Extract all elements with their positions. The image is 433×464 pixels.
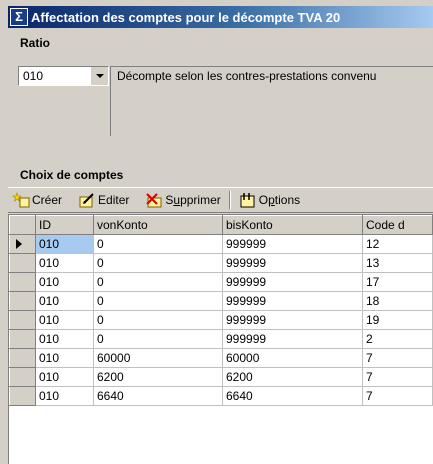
- cell-vonkonto[interactable]: 6640: [93, 386, 223, 406]
- table-row[interactable]: 010 6640 6640 7: [9, 386, 433, 406]
- row-indicator[interactable]: [9, 367, 36, 387]
- cell-id[interactable]: 010: [35, 253, 94, 273]
- row-indicator[interactable]: [9, 272, 36, 292]
- ratio-label: Ratio: [20, 36, 50, 50]
- new-star-icon: [12, 192, 30, 208]
- cell-id[interactable]: 010: [35, 272, 94, 292]
- table-row[interactable]: 010 0 999999 17: [9, 272, 433, 292]
- cell-biskonto[interactable]: 999999: [222, 253, 363, 273]
- row-indicator[interactable]: [9, 386, 36, 406]
- cell-id[interactable]: 010: [35, 367, 94, 387]
- cell-code[interactable]: 7: [362, 348, 433, 368]
- cell-vonkonto[interactable]: 0: [93, 291, 223, 311]
- cell-code[interactable]: 17: [362, 272, 433, 292]
- column-header-biskonto[interactable]: bisKonto: [222, 215, 363, 235]
- cell-vonkonto[interactable]: 0: [93, 253, 223, 273]
- cell-biskonto[interactable]: 60000: [222, 348, 363, 368]
- table-row[interactable]: 010 0 999999 18: [9, 291, 433, 311]
- cell-biskonto[interactable]: 999999: [222, 310, 363, 330]
- table-row[interactable]: 010 60000 60000 7: [9, 348, 433, 368]
- window: Σ Affectation des comptes pour le décomp…: [0, 0, 433, 464]
- create-button[interactable]: Créer: [8, 189, 66, 211]
- cell-id[interactable]: 010: [35, 310, 94, 330]
- delete-icon: [145, 192, 163, 208]
- cell-vonkonto[interactable]: 6200: [93, 367, 223, 387]
- cell-biskonto[interactable]: 999999: [222, 234, 363, 254]
- cell-id[interactable]: 010: [35, 386, 94, 406]
- table-row[interactable]: 010 6200 6200 7: [9, 367, 433, 387]
- cell-code[interactable]: 7: [362, 386, 433, 406]
- cell-vonkonto[interactable]: 0: [93, 310, 223, 330]
- ratio-description: Décompte selon les contres-prestations c…: [117, 69, 377, 83]
- ratio-select[interactable]: 010: [18, 66, 109, 86]
- toolbar: Créer Editer Supprimer Options: [8, 187, 433, 213]
- table-row[interactable]: 010 0 999999 2: [9, 329, 433, 349]
- chevron-down-icon: [96, 74, 104, 78]
- cell-id[interactable]: 010: [35, 348, 94, 368]
- cell-biskonto[interactable]: 999999: [222, 272, 363, 292]
- options-button[interactable]: Options: [235, 189, 304, 211]
- edit-icon: [78, 192, 96, 208]
- cell-vonkonto[interactable]: 0: [93, 234, 223, 254]
- cell-vonkonto[interactable]: 60000: [93, 348, 223, 368]
- cell-vonkonto[interactable]: 0: [93, 329, 223, 349]
- title-bar[interactable]: Σ Affectation des comptes pour le décomp…: [8, 6, 433, 28]
- delete-button[interactable]: Supprimer: [141, 189, 224, 211]
- row-indicator[interactable]: [9, 348, 36, 368]
- accounts-table: ID vonKonto bisKonto Code d 010 0 999999 12…: [9, 215, 433, 406]
- row-indicator[interactable]: [9, 329, 36, 349]
- options-icon: [239, 192, 257, 208]
- row-indicator[interactable]: [9, 234, 36, 254]
- cell-code[interactable]: 7: [362, 367, 433, 387]
- column-header-code[interactable]: Code d: [362, 215, 433, 235]
- sigma-icon: Σ: [10, 8, 28, 26]
- edit-button[interactable]: Editer: [74, 189, 133, 211]
- cell-biskonto[interactable]: 999999: [222, 329, 363, 349]
- delete-label: Supprimer: [165, 193, 221, 207]
- cell-biskonto[interactable]: 6640: [222, 386, 363, 406]
- table-row[interactable]: 010 0 999999 12: [9, 234, 433, 254]
- accounts-grid[interactable]: ID vonKonto bisKonto Code d 010 0 999999 12…: [8, 214, 433, 464]
- cell-biskonto[interactable]: 6200: [222, 367, 363, 387]
- cell-code[interactable]: 12: [362, 234, 433, 254]
- ratio-value: 010: [23, 69, 44, 83]
- options-label: Options: [258, 193, 301, 207]
- window-title: Affectation des comptes pour le décompte…: [31, 9, 341, 25]
- cell-code[interactable]: 13: [362, 253, 433, 273]
- ratio-description-box: Décompte selon les contres-prestations c…: [110, 66, 433, 136]
- cell-vonkonto[interactable]: 0: [93, 272, 223, 292]
- create-label: Créer: [32, 193, 63, 207]
- table-header-row: ID vonKonto bisKonto Code d: [9, 215, 433, 235]
- cell-biskonto[interactable]: 999999: [222, 291, 363, 311]
- edit-label: Editer: [98, 193, 130, 207]
- cell-id[interactable]: 010: [35, 329, 94, 349]
- row-indicator[interactable]: [9, 253, 36, 273]
- cell-id[interactable]: 010: [35, 291, 94, 311]
- row-indicator-header: [9, 215, 36, 235]
- cell-code[interactable]: 18: [362, 291, 433, 311]
- table-row[interactable]: 010 0 999999 13: [9, 253, 433, 273]
- toolbar-separator: [228, 191, 231, 209]
- column-header-id[interactable]: ID: [35, 215, 94, 235]
- dropdown-button[interactable]: [91, 67, 108, 85]
- table-row[interactable]: 010 0 999999 19: [9, 310, 433, 330]
- row-indicator[interactable]: [9, 310, 36, 330]
- column-header-vonkonto[interactable]: vonKonto: [93, 215, 223, 235]
- current-row-arrow-icon: [16, 239, 22, 249]
- cell-id[interactable]: 010: [35, 234, 94, 254]
- cell-code[interactable]: 2: [362, 329, 433, 349]
- cell-code[interactable]: 19: [362, 310, 433, 330]
- accounts-label: Choix de comptes: [20, 168, 124, 182]
- row-indicator[interactable]: [9, 291, 36, 311]
